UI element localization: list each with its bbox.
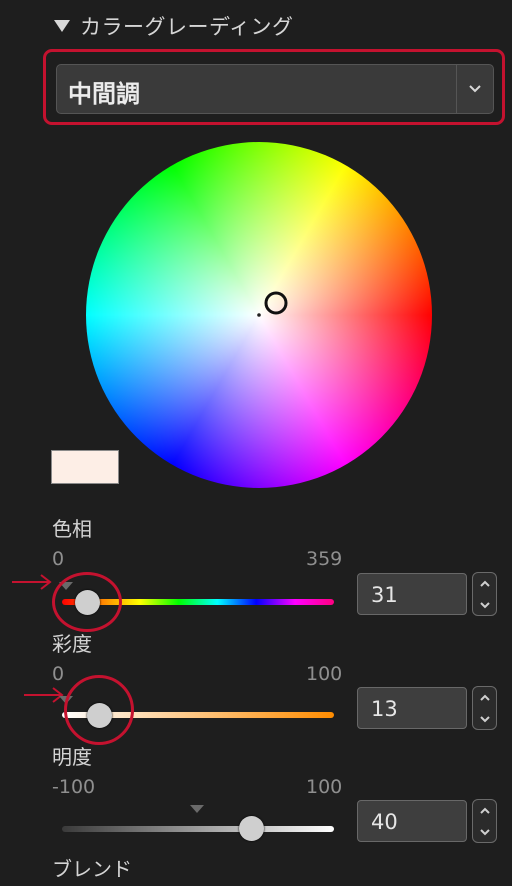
color-swatch[interactable] (51, 450, 119, 484)
lightness-slider-thumb[interactable] (239, 816, 264, 841)
hue-value-input[interactable]: 31 (357, 573, 467, 615)
hue-highlight-circle (52, 572, 122, 632)
hue-max: 359 (306, 548, 343, 570)
hue-stepper[interactable] (472, 572, 497, 616)
chevron-up-icon[interactable] (479, 694, 491, 702)
chevron-down-icon[interactable] (479, 601, 491, 609)
section-title: カラーグレーディング (80, 15, 294, 39)
lightness-max: 100 (306, 776, 343, 798)
chevron-down-icon[interactable] (456, 65, 493, 113)
saturation-highlight-circle (64, 675, 134, 745)
hue-min: 0 (52, 548, 65, 570)
saturation-value-input[interactable]: 13 (357, 687, 467, 729)
lightness-stepper[interactable] (472, 799, 497, 843)
chevron-down-icon[interactable] (479, 828, 491, 836)
annotation-arrow-icon (12, 574, 52, 590)
lightness-label: 明度 (52, 745, 92, 769)
saturation-max: 100 (306, 663, 343, 685)
dropdown-selected-value: 中間調 (68, 80, 140, 108)
wheel-center-dot (257, 313, 261, 317)
tone-range-dropdown[interactable]: 中間調 (56, 64, 494, 114)
color-wheel[interactable] (86, 142, 432, 488)
hue-label: 色相 (52, 517, 92, 541)
chevron-up-icon[interactable] (479, 580, 491, 588)
collapse-triangle-icon[interactable] (54, 20, 70, 32)
lightness-min: -100 (52, 776, 96, 798)
saturation-label: 彩度 (52, 632, 92, 656)
blend-label: ブレンド (52, 857, 132, 881)
saturation-min: 0 (52, 663, 65, 685)
lightness-slider-track[interactable] (62, 826, 334, 832)
lightness-default-marker (190, 805, 204, 813)
chevron-down-icon[interactable] (479, 715, 491, 723)
section-header-color-grading[interactable]: カラーグレーディング (54, 10, 294, 42)
lightness-value-input[interactable]: 40 (357, 800, 467, 842)
chevron-up-icon[interactable] (479, 807, 491, 815)
saturation-stepper[interactable] (472, 686, 497, 730)
